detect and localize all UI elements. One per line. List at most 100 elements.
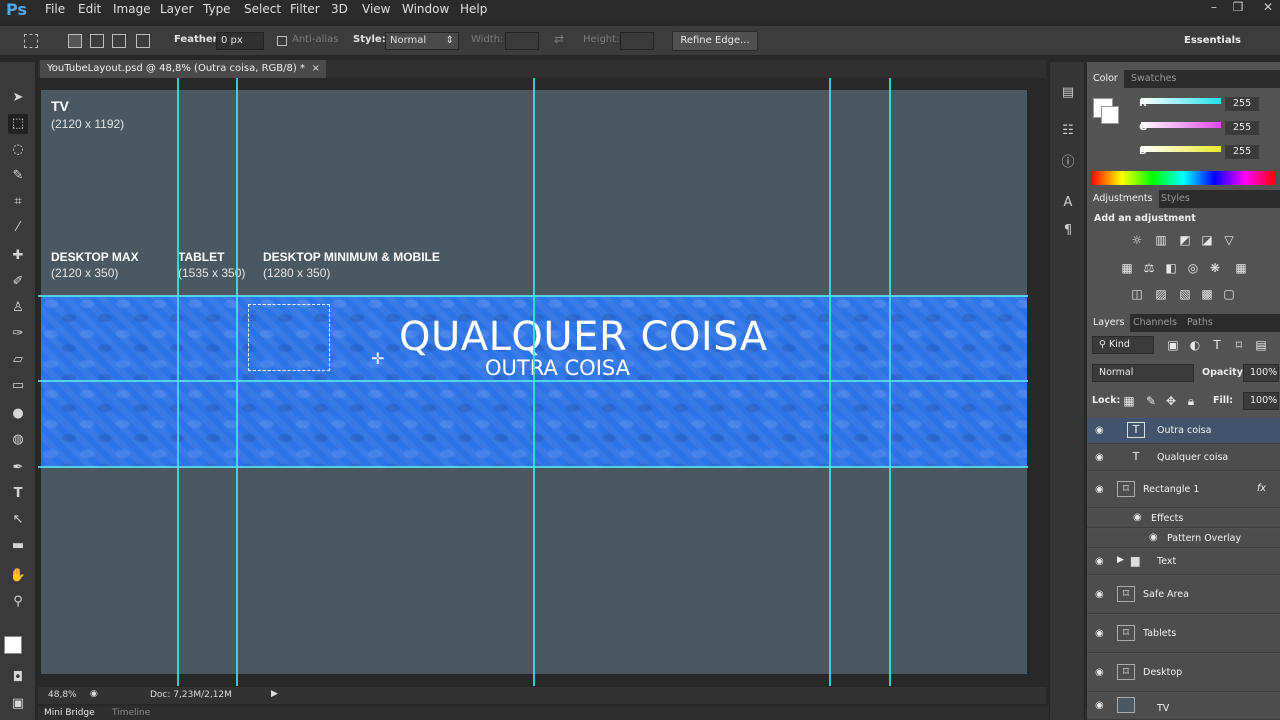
lock-position-icon[interactable]: ✥ bbox=[1163, 393, 1179, 409]
layer-name[interactable]: Outra coisa bbox=[1157, 425, 1211, 436]
paragraph-icon[interactable]: ¶ bbox=[1059, 222, 1077, 240]
layer-row[interactable]: ◉ ⌑ Desktop bbox=[1087, 654, 1280, 692]
close-tab-icon[interactable]: × bbox=[312, 60, 320, 77]
menu-file[interactable]: File bbox=[45, 0, 65, 20]
layer-name[interactable]: Desktop bbox=[1143, 667, 1182, 678]
banner-subtitle[interactable]: OUTRA COISA bbox=[485, 356, 630, 380]
tab-paths[interactable]: Paths bbox=[1181, 314, 1219, 332]
layer-name[interactable]: Text bbox=[1157, 556, 1176, 567]
feather-input[interactable]: 0 px bbox=[216, 32, 264, 50]
path-select-tool-icon[interactable]: ↖ bbox=[8, 510, 28, 530]
crop-tool-icon[interactable]: ⌗ bbox=[8, 192, 28, 212]
history-icon[interactable]: ▤ bbox=[1059, 84, 1077, 102]
quick-mask-icon[interactable]: ◘ bbox=[8, 668, 28, 688]
fx-icon[interactable]: fx bbox=[1257, 483, 1266, 494]
height-input[interactable] bbox=[620, 32, 654, 50]
antialias-checkbox[interactable] bbox=[277, 36, 287, 46]
tab-timeline[interactable]: Timeline bbox=[112, 708, 150, 718]
menu-3d[interactable]: 3D bbox=[331, 0, 348, 20]
hue-saturation-icon[interactable]: ▦ bbox=[1119, 260, 1135, 276]
filter-adjustment-icon[interactable]: ◐ bbox=[1187, 337, 1203, 353]
lock-all-icon[interactable]: 🔒︎ bbox=[1183, 393, 1199, 409]
guide-vertical[interactable] bbox=[236, 78, 238, 686]
guide-horizontal[interactable] bbox=[38, 295, 1028, 297]
lock-pixels-icon[interactable]: ✎ bbox=[1143, 393, 1159, 409]
gradient-tool-icon[interactable]: ▭ bbox=[8, 376, 28, 396]
guide-vertical[interactable] bbox=[889, 78, 891, 686]
tab-adjustments[interactable]: Adjustments bbox=[1087, 190, 1159, 208]
swap-icon[interactable]: ⇄ bbox=[554, 32, 564, 46]
new-selection-icon[interactable] bbox=[68, 34, 82, 48]
character-icon[interactable]: A bbox=[1059, 194, 1077, 212]
screen-mode-icon[interactable]: ▣ bbox=[8, 694, 28, 714]
opacity-input[interactable]: 100% bbox=[1243, 364, 1279, 382]
type-tool-icon[interactable]: T bbox=[8, 484, 28, 504]
pen-tool-icon[interactable]: ✒ bbox=[8, 458, 28, 478]
layer-row[interactable]: ◉ T Outra coisa bbox=[1087, 418, 1280, 444]
brightness-icon[interactable]: ☼ bbox=[1129, 232, 1145, 248]
visibility-eye-icon[interactable]: ◉ bbox=[1095, 452, 1104, 463]
tab-swatches[interactable]: Swatches bbox=[1125, 70, 1182, 88]
layer-name[interactable]: Rectangle 1 bbox=[1143, 484, 1199, 495]
minimize-icon[interactable]: – bbox=[1204, 0, 1224, 16]
fill-input[interactable]: 100% bbox=[1243, 392, 1279, 410]
layer-row[interactable]: ◉ ⌑ Safe Area bbox=[1087, 576, 1280, 614]
eyedropper-tool-icon[interactable]: ⁄ bbox=[8, 218, 28, 238]
exposure-icon[interactable]: ◪ bbox=[1199, 232, 1215, 248]
tab-color[interactable]: Color bbox=[1087, 70, 1124, 88]
lasso-tool-icon[interactable]: ◌ bbox=[8, 140, 28, 160]
curves-icon[interactable]: ◩ bbox=[1177, 232, 1193, 248]
menu-window[interactable]: Window bbox=[402, 0, 449, 20]
invert-icon[interactable]: ◫ bbox=[1129, 286, 1145, 302]
layer-effect-row[interactable]: ◉ Pattern Overlay bbox=[1087, 529, 1280, 548]
blur-tool-icon[interactable]: ● bbox=[8, 404, 28, 424]
guide-vertical[interactable] bbox=[177, 78, 179, 686]
layer-effects-row[interactable]: ◉ Effects bbox=[1087, 509, 1280, 528]
tab-styles[interactable]: Styles bbox=[1155, 190, 1196, 208]
blend-mode-select[interactable]: Normal bbox=[1092, 364, 1194, 382]
info-icon[interactable]: ⓘ bbox=[1059, 154, 1077, 172]
filter-pixel-icon[interactable]: ▣ bbox=[1165, 337, 1181, 353]
tab-channels[interactable]: Channels bbox=[1127, 314, 1183, 332]
banner-title[interactable]: QUALQUER COISA bbox=[399, 314, 768, 360]
zoom-level[interactable]: 48,8% bbox=[48, 690, 77, 700]
red-value[interactable]: 255 bbox=[1225, 97, 1259, 111]
visibility-eye-icon[interactable]: ◉ bbox=[1095, 700, 1104, 711]
subtract-selection-icon[interactable] bbox=[112, 34, 126, 48]
move-tool-icon[interactable]: ➤ bbox=[8, 88, 28, 108]
guide-horizontal[interactable] bbox=[38, 380, 1028, 382]
shape-tool-icon[interactable]: ▬ bbox=[8, 536, 28, 556]
intersect-selection-icon[interactable] bbox=[136, 34, 150, 48]
layer-name[interactable]: Qualquer coisa bbox=[1157, 452, 1228, 463]
foreground-color-swatch[interactable] bbox=[4, 636, 22, 654]
document-tab[interactable]: YouTubeLayout.psd @ 48,8% (Outra coisa, … bbox=[40, 60, 326, 78]
color-balance-icon[interactable]: ⚖ bbox=[1141, 260, 1157, 276]
layer-row[interactable]: ◉ ⌑ Tablets bbox=[1087, 615, 1280, 653]
style-select[interactable]: Normal ⇕ bbox=[385, 32, 459, 50]
bg-color-preview[interactable] bbox=[1101, 106, 1119, 124]
visibility-eye-icon[interactable]: ◉ bbox=[1095, 556, 1104, 567]
play-arrow-icon[interactable]: ▶ bbox=[271, 689, 278, 699]
layer-name[interactable]: Tablets bbox=[1143, 628, 1176, 639]
marquee-tool-icon[interactable]: ⬚ bbox=[8, 114, 28, 134]
menu-filter[interactable]: Filter bbox=[290, 0, 320, 20]
green-slider[interactable] bbox=[1141, 122, 1221, 128]
tab-mini-bridge[interactable]: Mini Bridge bbox=[44, 708, 95, 718]
visibility-eye-icon[interactable]: ◉ bbox=[1133, 512, 1142, 523]
layer-row[interactable]: ◉ ▶ ▆ Text bbox=[1087, 549, 1280, 575]
vibrance-icon[interactable]: ▽ bbox=[1221, 232, 1237, 248]
expand-arrow-icon[interactable]: ▶ bbox=[1117, 555, 1124, 565]
close-icon[interactable]: ✕ bbox=[1258, 0, 1278, 16]
layer-name[interactable]: Safe Area bbox=[1143, 589, 1189, 600]
filter-shape-icon[interactable]: ⌑ bbox=[1231, 337, 1247, 353]
hand-tool-icon[interactable]: ✋ bbox=[8, 566, 28, 586]
brush-tool-icon[interactable]: ✐ bbox=[8, 272, 28, 292]
menu-help[interactable]: Help bbox=[460, 0, 487, 20]
menu-select[interactable]: Select bbox=[244, 0, 281, 20]
add-selection-icon[interactable] bbox=[90, 34, 104, 48]
layer-row[interactable]: ◉ TV bbox=[1087, 693, 1280, 720]
posterize-icon[interactable]: ▨ bbox=[1153, 286, 1169, 302]
layer-name[interactable]: TV bbox=[1157, 703, 1169, 714]
visibility-eye-icon[interactable]: ◉ bbox=[1095, 589, 1104, 600]
guide-vertical[interactable] bbox=[829, 78, 831, 686]
